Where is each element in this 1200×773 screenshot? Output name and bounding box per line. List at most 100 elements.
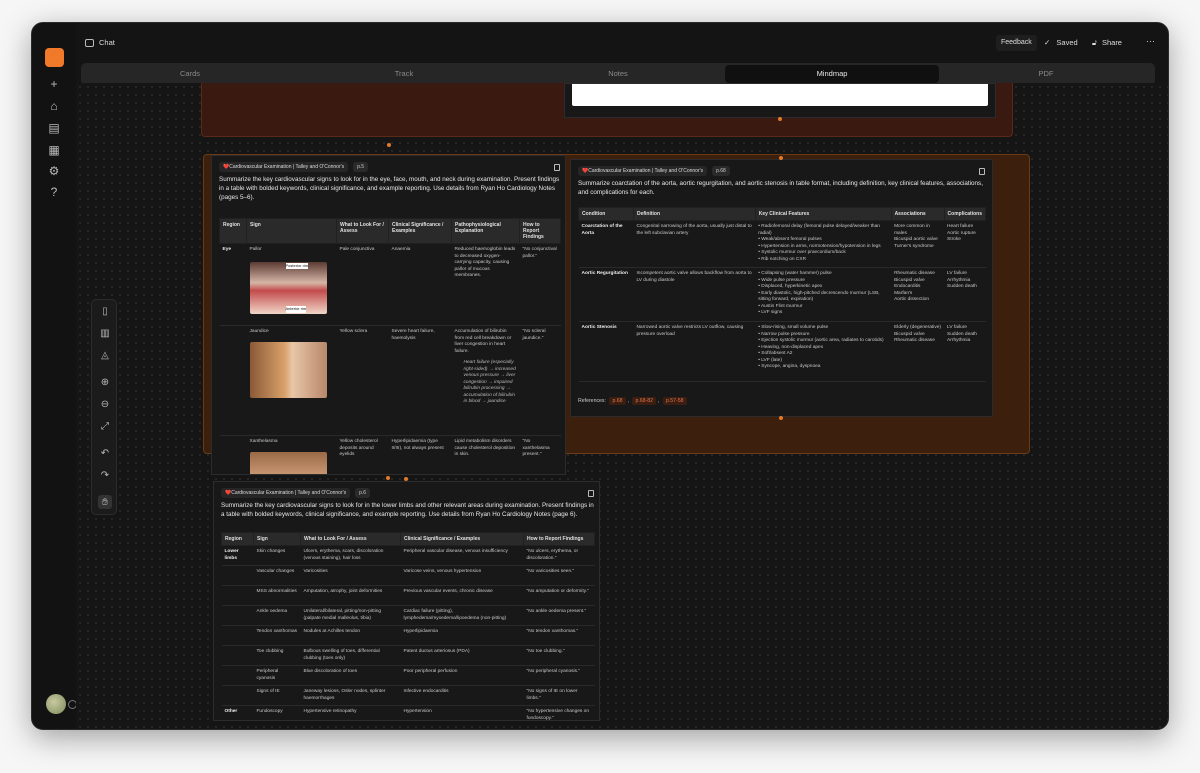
table-cell bbox=[219, 435, 247, 474]
table-cell: Varicosities bbox=[300, 565, 401, 586]
table-header: Sign bbox=[253, 532, 301, 546]
page-badge[interactable]: p.68 bbox=[712, 166, 730, 176]
table-header: Associations bbox=[890, 207, 945, 221]
trash-icon[interactable] bbox=[588, 490, 594, 497]
image-label: Anterior rim bbox=[285, 306, 307, 313]
table-row: Tendon xanthomas Nodules at Achilles tend… bbox=[221, 625, 595, 646]
table-cell: Yellow cholesterol deposits around eyeli… bbox=[336, 435, 389, 474]
tab-mindmap[interactable]: Mindmap bbox=[725, 65, 939, 83]
table-cell: Cardiac failure (pitting), lymphedema/my… bbox=[400, 605, 524, 626]
note-card-eye-signs[interactable]: ❤️Cardiovascular Examination | Talley an… bbox=[211, 155, 566, 475]
tab-notes[interactable]: Notes bbox=[511, 65, 725, 83]
table-cell: Hyperlipidaemia bbox=[400, 625, 524, 646]
table-cell: Fundoscopy bbox=[253, 705, 301, 720]
table-row: Other Fundoscopy Hypertensive retinopathy H… bbox=[221, 705, 595, 720]
more-icon[interactable]: ⋯ bbox=[1146, 36, 1155, 47]
card-header: ❤️Cardiovascular Examination | Talley an… bbox=[221, 488, 371, 498]
table-cell: Aortic Stenosis bbox=[581, 325, 617, 330]
table-row: Aortic Stenosis Narrowed aortic valve re… bbox=[578, 321, 986, 382]
aortic-table: Condition Definition Key Clinical Featur… bbox=[578, 207, 987, 382]
card-prompt: Summarize the key cardiovascular signs t… bbox=[221, 502, 594, 518]
table-cell: Nodules at Achilles tendon bbox=[300, 625, 401, 646]
table-cell: Ankle oedema bbox=[253, 605, 301, 626]
home-icon[interactable]: ⌂ bbox=[45, 97, 63, 115]
table-cell: Janeway lesions, Osler nodes, splinter h… bbox=[300, 685, 401, 706]
table-cell bbox=[219, 325, 247, 436]
trash-icon[interactable] bbox=[554, 164, 560, 171]
tab-cards[interactable]: Cards bbox=[83, 65, 297, 83]
plus-icon[interactable]: + bbox=[45, 75, 63, 93]
share-button[interactable]: 🔓︎ Share bbox=[1092, 38, 1122, 48]
connector-dot bbox=[779, 416, 783, 420]
sidebar-toggle-icon[interactable] bbox=[85, 39, 94, 47]
note-card-lower-limbs[interactable]: ❤️Cardiovascular Examination | Talley an… bbox=[213, 481, 600, 721]
settings-icon[interactable]: ⚙ bbox=[45, 162, 63, 180]
table-cell: Pallor bbox=[249, 247, 262, 252]
chat-label[interactable]: Chat bbox=[99, 38, 115, 47]
page-badge[interactable]: p.6 bbox=[355, 488, 371, 498]
saved-status: ✓ Saved bbox=[1044, 38, 1078, 47]
table-header: Region bbox=[219, 218, 247, 244]
table-cell: Poor peripheral perfusion bbox=[400, 665, 524, 686]
table-cell: Lipid metabolism disorders cause cholest… bbox=[451, 435, 520, 474]
app-logo[interactable] bbox=[45, 48, 64, 67]
table-cell: • Slow-rising, small volume pulse • Narr… bbox=[755, 321, 892, 382]
card-source-title[interactable]: ❤️Cardiovascular Examination | Talley an… bbox=[578, 166, 708, 176]
avatar[interactable] bbox=[46, 694, 66, 714]
help-icon[interactable]: ? bbox=[45, 183, 63, 201]
table-cell bbox=[221, 605, 254, 626]
table-cell: Jaundice bbox=[249, 329, 269, 334]
notes-icon[interactable]: ▤ bbox=[45, 119, 63, 137]
table-cell: "No ankle oedema present." bbox=[523, 605, 595, 626]
shapes-icon[interactable]: ◬ bbox=[98, 348, 112, 362]
table-cell: Toe clubbing bbox=[253, 645, 301, 666]
reference-link[interactable]: p.68 bbox=[609, 397, 626, 405]
trash-icon[interactable] bbox=[979, 168, 985, 175]
page-icon[interactable]: ▯ bbox=[98, 304, 112, 318]
table-cell: Blue discoloration of toes bbox=[300, 665, 401, 686]
feedback-button[interactable]: Feedback bbox=[996, 35, 1037, 51]
references-label: References: bbox=[578, 398, 606, 404]
zoom-in-icon[interactable]: ⊕ bbox=[98, 375, 112, 389]
page-badge[interactable]: p.5 bbox=[353, 162, 369, 172]
book-icon[interactable]: ▥ bbox=[98, 326, 112, 340]
table-cell: Bulbous swelling of toes, differential c… bbox=[300, 645, 401, 666]
jaundice-note: Heart failure (especially right-sided) →… bbox=[463, 360, 516, 404]
reference-link[interactable]: p.68-82 bbox=[632, 397, 657, 405]
hand-icon[interactable]: ✋︎ bbox=[98, 495, 112, 509]
connector-dot bbox=[386, 476, 390, 480]
table-cell: Reduced haemoglobin leads to decreased o… bbox=[451, 243, 520, 326]
mindmap-canvas[interactable]: ❤️Cardiovascular Examination | Talley an… bbox=[76, 83, 1168, 729]
lower-limb-table: Region Sign What to Look For / Assess Cl… bbox=[221, 532, 595, 720]
table-header: Region bbox=[221, 532, 254, 546]
table-cell bbox=[221, 625, 254, 646]
app-window: + ⌂ ▤ ▦ ⚙ ? Chat Feedback ✓ Saved 🔓︎ Sha… bbox=[31, 22, 1169, 730]
card-source-title[interactable]: ❤️Cardiovascular Examination | Talley an… bbox=[221, 488, 351, 498]
table-cell: Narrowed aortic valve restricts LV outfl… bbox=[633, 321, 756, 382]
table-cell: Xanthelasma bbox=[249, 439, 278, 444]
grid-icon[interactable]: ▦ bbox=[45, 141, 63, 159]
zoom-out-icon[interactable]: ⊖ bbox=[98, 397, 112, 411]
reference-link[interactable]: p.57-58 bbox=[662, 397, 687, 405]
table-row: Vascular changes Varicosities Varicose vei… bbox=[221, 565, 595, 586]
table-cell: Tendon xanthomas bbox=[253, 625, 301, 646]
card-prompt: Summarize coarctation of the aorta, aort… bbox=[578, 180, 983, 196]
tab-pdf[interactable]: PDF bbox=[939, 65, 1153, 83]
note-card-aortic[interactable]: ❤️Cardiovascular Examination | Talley an… bbox=[570, 159, 993, 417]
share-label: Share bbox=[1101, 38, 1122, 47]
jaundice-image bbox=[249, 341, 327, 398]
table-row: Aortic Regurgitation Incompetent aortic … bbox=[578, 267, 986, 322]
table-cell: Pale conjunctiva bbox=[336, 243, 389, 326]
table-cell bbox=[221, 665, 254, 686]
table-cell: "No ulcers, erythema, or discoloration." bbox=[523, 545, 595, 566]
table-row: Coarctation of the Aorta Congenital narr… bbox=[578, 220, 986, 268]
undo-icon[interactable]: ↶ bbox=[98, 446, 112, 460]
redo-icon[interactable]: ↷ bbox=[98, 468, 112, 482]
card-source-title[interactable]: ❤️Cardiovascular Examination | Talley an… bbox=[219, 162, 349, 172]
view-tabs: Cards Track Notes Mindmap PDF bbox=[81, 63, 1155, 85]
fit-icon[interactable]: ⤢ bbox=[98, 419, 112, 433]
tab-track[interactable]: Track bbox=[297, 65, 511, 83]
table-cell: Coarctation of the Aorta bbox=[581, 224, 623, 236]
table-cell: "No conjunctival pallor." bbox=[519, 243, 561, 326]
lock-icon: 🔓︎ bbox=[1092, 38, 1097, 47]
